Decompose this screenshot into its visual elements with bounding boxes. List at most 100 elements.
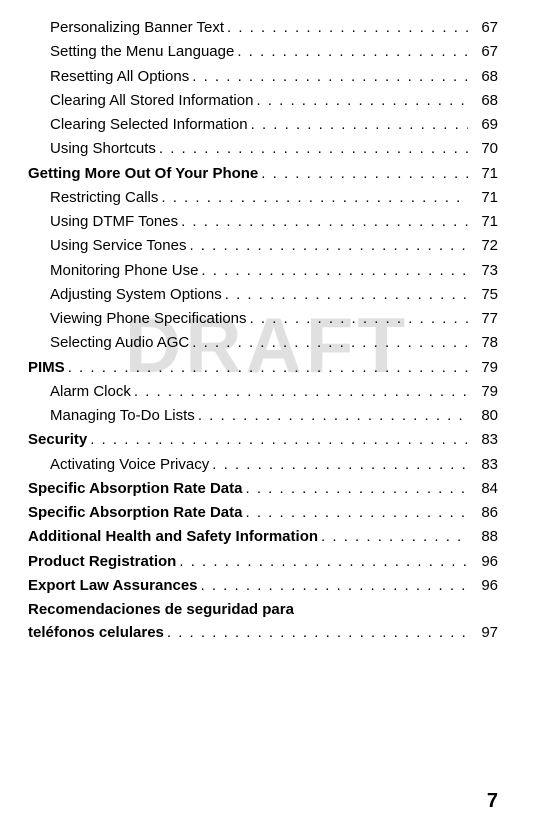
toc-page: 73 <box>468 259 498 282</box>
toc-page: 71 <box>468 162 498 185</box>
toc-leader-dots <box>65 356 468 379</box>
toc-page: 77 <box>468 307 498 330</box>
toc-label: Viewing Phone Specifications <box>50 307 247 330</box>
toc-entry: Viewing Phone Specifications 77 <box>28 307 498 330</box>
toc-label: Alarm Clock <box>50 380 131 403</box>
toc-page: 69 <box>468 113 498 136</box>
toc-label: Personalizing Banner Text <box>50 16 224 39</box>
toc-leader-dots <box>131 380 468 403</box>
toc-label: Clearing Selected Information <box>50 113 248 136</box>
toc-leader-dots <box>247 307 468 330</box>
toc-leader-dots <box>242 501 468 524</box>
toc-leader-dots <box>164 621 468 644</box>
toc-label: Additional Health and Safety Information <box>28 525 318 548</box>
toc-page: 79 <box>468 356 498 379</box>
toc-label: Clearing All Stored Information <box>50 89 253 112</box>
toc-entry-multiline-first: Recomendaciones de seguridad para <box>28 598 498 621</box>
toc-entry: Activating Voice Privacy 83 <box>28 453 498 476</box>
toc-page: 88 <box>468 525 498 548</box>
toc-page: 67 <box>468 16 498 39</box>
toc-leader-dots <box>234 40 468 63</box>
toc-label: Setting the Menu Language <box>50 40 234 63</box>
toc-page: 83 <box>468 453 498 476</box>
toc-leader-dots <box>158 186 468 209</box>
toc-label: PIMS <box>28 356 65 379</box>
toc-page: 71 <box>468 186 498 209</box>
toc-page: 68 <box>468 65 498 88</box>
toc-entry: Using Service Tones 72 <box>28 234 498 257</box>
toc-entry-multiline-second: teléfonos celulares97 <box>28 621 498 644</box>
toc-leader-dots <box>198 574 468 597</box>
toc-entry: Setting the Menu Language 67 <box>28 40 498 63</box>
toc-entry: Specific Absorption Rate Data 86 <box>28 501 498 524</box>
toc-label: Product Registration <box>28 550 176 573</box>
toc-label: Resetting All Options <box>50 65 189 88</box>
toc-label: Activating Voice Privacy <box>50 453 209 476</box>
toc-leader-dots <box>156 137 468 160</box>
toc-entry: Adjusting System Options75 <box>28 283 498 306</box>
toc-page: 78 <box>468 331 498 354</box>
toc-entry: Restricting Calls 71 <box>28 186 498 209</box>
toc-label: Monitoring Phone Use <box>50 259 198 282</box>
toc-entry: Clearing All Stored Information 68 <box>28 89 498 112</box>
page-number: 7 <box>487 790 498 813</box>
toc-leader-dots <box>209 453 468 476</box>
toc-leader-dots <box>224 16 468 39</box>
toc-page: 84 <box>468 477 498 500</box>
toc-leader-dots <box>195 404 468 427</box>
toc-leader-dots <box>318 525 468 548</box>
toc-page: 71 <box>468 210 498 233</box>
toc-page: 86 <box>468 501 498 524</box>
toc-label: Restricting Calls <box>50 186 158 209</box>
toc-page: 75 <box>468 283 498 306</box>
toc-page: 68 <box>468 89 498 112</box>
toc-page: 97 <box>468 621 498 644</box>
toc-leader-dots <box>248 113 468 136</box>
toc-leader-dots <box>186 234 468 257</box>
toc-leader-dots <box>189 65 468 88</box>
toc-entry: Specific Absorption Rate Data 84 <box>28 477 498 500</box>
toc-page: 96 <box>468 550 498 573</box>
toc-label: Selecting Audio AGC <box>50 331 189 354</box>
toc-label: Specific Absorption Rate Data <box>28 501 242 524</box>
toc-entry: Export Law Assurances 96 <box>28 574 498 597</box>
toc-entry: Selecting Audio AGC 78 <box>28 331 498 354</box>
toc-label: Specific Absorption Rate Data <box>28 477 242 500</box>
toc-entry: Managing To-Do Lists80 <box>28 404 498 427</box>
toc-page: 96 <box>468 574 498 597</box>
toc-entry: Getting More Out Of Your Phone 71 <box>28 162 498 185</box>
toc-leader-dots <box>242 477 468 500</box>
table-of-contents: Personalizing Banner Text67Setting the M… <box>28 16 498 645</box>
toc-page: 79 <box>468 380 498 403</box>
toc-entry: Security 83 <box>28 428 498 451</box>
toc-label: Using Shortcuts <box>50 137 156 160</box>
toc-leader-dots <box>253 89 468 112</box>
toc-entry: PIMS 79 <box>28 356 498 379</box>
toc-page: 70 <box>468 137 498 160</box>
toc-leader-dots <box>176 550 468 573</box>
toc-label: Using Service Tones <box>50 234 186 257</box>
toc-entry: Alarm Clock 79 <box>28 380 498 403</box>
toc-page: 83 <box>468 428 498 451</box>
toc-entry: Product Registration 96 <box>28 550 498 573</box>
toc-leader-dots <box>258 162 468 185</box>
toc-entry: Using DTMF Tones 71 <box>28 210 498 233</box>
toc-label: Export Law Assurances <box>28 574 198 597</box>
toc-label: Managing To-Do Lists <box>50 404 195 427</box>
toc-entry: Resetting All Options 68 <box>28 65 498 88</box>
toc-entry: Personalizing Banner Text 67 <box>28 16 498 39</box>
toc-label: Getting More Out Of Your Phone <box>28 162 258 185</box>
toc-label: Using DTMF Tones <box>50 210 178 233</box>
toc-leader-dots <box>198 259 468 282</box>
toc-leader-dots <box>87 428 468 451</box>
toc-page: 72 <box>468 234 498 257</box>
toc-leader-dots <box>178 210 468 233</box>
toc-entry: Using Shortcuts 70 <box>28 137 498 160</box>
toc-label: Security <box>28 428 87 451</box>
toc-entry: Clearing Selected Information 69 <box>28 113 498 136</box>
toc-leader-dots <box>222 283 468 306</box>
toc-leader-dots <box>189 331 468 354</box>
toc-entry: Monitoring Phone Use 73 <box>28 259 498 282</box>
toc-page: 67 <box>468 40 498 63</box>
toc-entry: Additional Health and Safety Information… <box>28 525 498 548</box>
